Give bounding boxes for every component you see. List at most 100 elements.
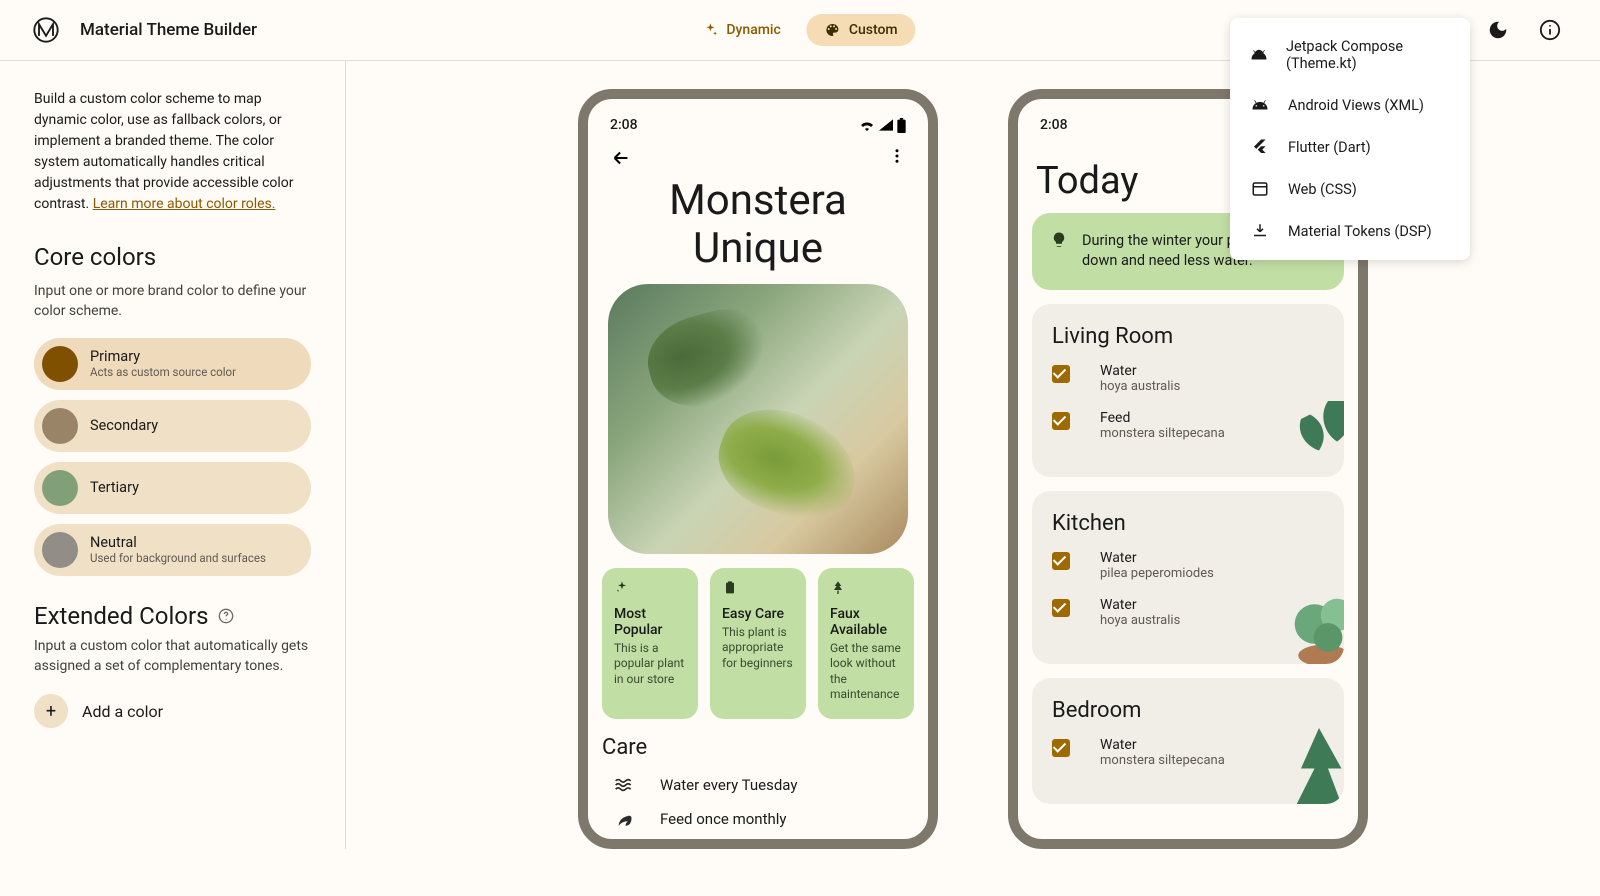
sparkle-icon [614,580,686,596]
export-item-label: Flutter (Dart) [1288,139,1371,156]
export-item-web[interactable]: Web (CSS) [1230,168,1470,210]
color-label: Primary [90,348,236,365]
tab-dynamic[interactable]: Dynamic [684,14,798,46]
chip-title: Faux Available [830,606,902,638]
extended-colors-heading: Extended Colors [34,602,208,630]
wifi-icon [859,119,875,131]
task-sub: monstera siltepecana [1100,753,1225,768]
care-item-label: Water every Tuesday [660,776,797,794]
export-menu: Jetpack Compose (Theme.kt) Android Views… [1230,18,1470,260]
color-label: Tertiary [90,479,139,496]
tab-custom[interactable]: Custom [807,14,916,46]
lightbulb-icon [1050,231,1068,272]
learn-more-link[interactable]: Learn more about color roles. [93,196,276,212]
battery-icon [897,118,906,133]
material-logo-icon [32,16,60,44]
chip-title: Easy Care [722,606,794,622]
plant-image [608,284,908,554]
task-title: Water [1100,737,1225,753]
color-label: Neutral [90,534,266,551]
status-time: 2:08 [610,117,638,133]
color-swatch [42,532,78,568]
sparkle-icon [702,22,718,38]
care-item-label: Feed once monthly [660,810,787,828]
checkbox-icon[interactable] [1052,412,1070,430]
chip-title: Most Popular [614,606,686,638]
chip-faux[interactable]: Faux Available Get the same look without… [818,568,914,719]
sidebar: Build a custom color scheme to map dynam… [0,61,346,849]
checkbox-icon[interactable] [1052,552,1070,570]
chip-sub: Get the same look without the maintenanc… [830,641,902,703]
android-icon [1250,96,1270,114]
leaf-icon [614,810,634,828]
color-row-tertiary[interactable]: Tertiary [34,462,311,514]
tree-icon [830,580,902,596]
care-heading: Care [602,735,914,760]
export-item-jetpack[interactable]: Jetpack Compose (Theme.kt) [1230,26,1470,84]
top-bar: Material Theme Builder Dynamic Custom [0,0,1600,61]
plus-icon: + [34,694,68,728]
phone-preview-detail: 2:08 MonsteraUnique Most Popular This is… [578,89,938,849]
task-sub: pilea peperomiodes [1100,566,1214,581]
core-colors-sub: Input one or more brand color to define … [34,281,311,322]
room-title: Living Room [1052,324,1324,349]
android-icon [1250,46,1268,64]
color-row-primary[interactable]: Primary Acts as custom source color [34,338,311,390]
room-card-kitchen: Kitchen Waterpilea peperomiodes Waterhoy… [1032,491,1344,664]
task-sub: monstera siltepecana [1100,426,1225,441]
dark-mode-toggle[interactable] [1480,12,1516,48]
export-item-flutter[interactable]: Flutter (Dart) [1230,126,1470,168]
signal-icon [879,119,893,131]
checkbox-icon[interactable] [1052,365,1070,383]
info-icon [1539,19,1561,41]
chip-sub: This is a popular plant in our store [614,641,686,688]
care-item: Water every Tuesday [600,768,916,802]
app-title: Material Theme Builder [80,20,257,40]
chip-easy-care[interactable]: Easy Care This plant is appropriate for … [710,568,806,719]
room-card-living: Living Room Waterhoya australis Feedmons… [1032,304,1344,477]
color-label: Secondary [90,417,158,434]
status-icons [859,118,906,133]
plant-title: MonsteraUnique [600,177,916,274]
color-row-secondary[interactable]: Secondary [34,400,311,452]
color-row-neutral[interactable]: Neutral Used for background and surfaces [34,524,311,576]
task-title: Water [1100,597,1180,613]
extended-colors-sub: Input a custom color that automatically … [34,636,311,677]
room-card-bedroom: Bedroom Watermonstera siltepecana [1032,678,1344,804]
plant-illustration [1274,574,1344,664]
moon-icon [1487,19,1509,41]
info-button[interactable] [1532,12,1568,48]
water-icon [614,777,634,793]
chip-most-popular[interactable]: Most Popular This is a popular plant in … [602,568,698,719]
export-item-android-xml[interactable]: Android Views (XML) [1230,84,1470,126]
status-time: 2:08 [1040,117,1068,133]
add-color-button[interactable]: + Add a color [34,694,311,728]
chip-sub: This plant is appropriate for beginners [722,625,794,672]
color-sublabel: Acts as custom source color [90,365,236,379]
export-item-label: Android Views (XML) [1288,97,1424,114]
checkbox-icon[interactable] [1052,739,1070,757]
color-swatch [42,408,78,444]
flutter-icon [1250,138,1270,156]
clipboard-icon [722,580,794,596]
task-title: Water [1100,550,1214,566]
plant-illustration [1274,714,1344,804]
task-sub: hoya australis [1100,613,1180,628]
help-icon[interactable] [218,608,234,624]
task-title: Feed [1100,410,1225,426]
back-icon[interactable] [610,147,632,169]
plant-illustration [1274,387,1344,477]
core-colors-heading: Core colors [34,243,311,271]
room-title: Kitchen [1052,511,1324,536]
export-item-dsp[interactable]: Material Tokens (DSP) [1230,210,1470,252]
web-icon [1250,180,1270,198]
color-swatch [42,470,78,506]
color-swatch [42,346,78,382]
download-icon [1250,222,1270,240]
sidebar-description: Build a custom color scheme to map dynam… [34,89,311,215]
task-title: Water [1100,363,1180,379]
checkbox-icon[interactable] [1052,599,1070,617]
export-item-label: Material Tokens (DSP) [1288,223,1432,240]
tab-dynamic-label: Dynamic [726,22,780,38]
more-icon[interactable] [888,147,906,169]
